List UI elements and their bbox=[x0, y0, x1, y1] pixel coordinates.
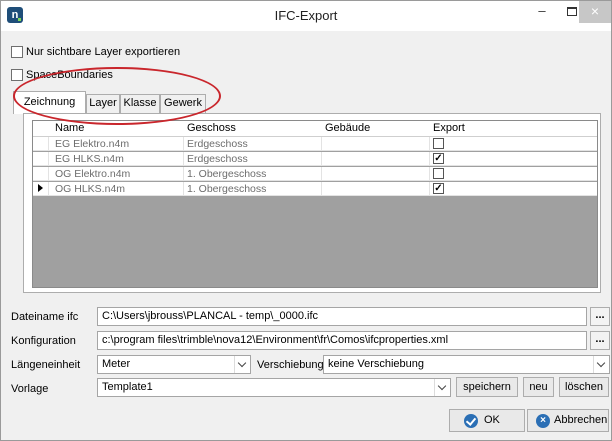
spaceboundaries-label: SpaceBoundaries bbox=[26, 69, 113, 81]
maximize-icon bbox=[567, 7, 577, 16]
ok-check-icon bbox=[464, 414, 478, 428]
title-bar: n IFC-Export – × bbox=[1, 1, 611, 31]
cell-name: EG HLKS.n4m bbox=[55, 153, 124, 165]
tab-klasse[interactable]: Klasse bbox=[120, 94, 160, 113]
tab-layer[interactable]: Layer bbox=[86, 94, 120, 113]
current-row-arrow-icon bbox=[38, 184, 43, 192]
visible-layers-checkbox[interactable] bbox=[11, 46, 23, 58]
save-template-button[interactable]: speichern bbox=[456, 377, 518, 397]
export-checkbox[interactable]: ✓ bbox=[433, 183, 444, 194]
cell-name: EG Elektro.n4m bbox=[55, 138, 130, 150]
export-checkbox[interactable] bbox=[433, 168, 444, 179]
row-header[interactable] bbox=[33, 152, 49, 166]
cell-geschoss: Erdgeschoss bbox=[187, 153, 248, 165]
cell-geschoss: 1. Obergeschoss bbox=[187, 168, 267, 180]
row-header[interactable] bbox=[33, 137, 49, 151]
vorlage-label: Vorlage bbox=[11, 383, 49, 395]
tab-gewerk[interactable]: Gewerk bbox=[160, 94, 206, 113]
konfiguration-input[interactable]: c:\program files\trimble\nova12\Environm… bbox=[97, 331, 587, 350]
browse-file-button[interactable]: ... bbox=[590, 307, 610, 326]
tab-panel: Name Geschoss Gebäude Export EG Elektro.… bbox=[23, 113, 601, 293]
konfiguration-label: Konfiguration bbox=[11, 335, 76, 347]
export-checkbox[interactable]: ✓ bbox=[433, 153, 444, 164]
cell-name: OG HLKS.n4m bbox=[55, 183, 126, 195]
cell-geschoss: Erdgeschoss bbox=[187, 138, 248, 150]
table-row[interactable]: OG Elektro.n4m 1. Obergeschoss bbox=[33, 167, 597, 181]
table-row[interactable]: EG HLKS.n4m Erdgeschoss ✓ bbox=[33, 152, 597, 166]
ok-label: OK bbox=[484, 414, 500, 426]
verschiebung-label: Verschiebung bbox=[257, 359, 324, 371]
browse-config-button[interactable]: ... bbox=[590, 331, 610, 350]
laengeneinheit-label: Längeneinheit bbox=[11, 359, 81, 371]
table-row[interactable]: EG Elektro.n4m Erdgeschoss bbox=[33, 137, 597, 151]
tab-zeichnung[interactable]: Zeichnung bbox=[13, 91, 86, 114]
ok-button[interactable]: OK bbox=[449, 409, 525, 432]
cancel-button[interactable]: × Abbrechen bbox=[527, 409, 609, 432]
new-template-button[interactable]: neu bbox=[523, 377, 554, 397]
delete-template-button[interactable]: löschen bbox=[559, 377, 609, 397]
verschiebung-value: keine Verschiebung bbox=[328, 358, 425, 370]
table-row[interactable]: OG HLKS.n4m 1. Obergeschoss ✓ bbox=[33, 182, 597, 196]
dateiname-input[interactable]: C:\Users\jbrouss\PLANCAL - temp\_0000.if… bbox=[97, 307, 587, 326]
dateiname-label: Dateiname ifc bbox=[11, 311, 79, 323]
ifc-export-dialog: n IFC-Export – × Nur sichtbare Layer exp… bbox=[0, 0, 612, 441]
minimize-button[interactable]: – bbox=[527, 1, 557, 23]
cell-geschoss: 1. Obergeschoss bbox=[187, 183, 267, 195]
vorlage-select[interactable]: Template1 bbox=[97, 378, 451, 397]
drawing-table: Name Geschoss Gebäude Export EG Elektro.… bbox=[32, 120, 598, 288]
vorlage-value: Template1 bbox=[102, 381, 153, 393]
verschiebung-select[interactable]: keine Verschiebung bbox=[323, 355, 610, 374]
column-header-gebaeude[interactable]: Gebäude bbox=[325, 122, 370, 134]
window-title: IFC-Export bbox=[274, 8, 338, 23]
column-header-geschoss[interactable]: Geschoss bbox=[187, 122, 236, 134]
cancel-x-icon: × bbox=[536, 414, 550, 428]
chevron-down-icon[interactable] bbox=[234, 356, 250, 373]
visible-layers-label: Nur sichtbare Layer exportieren bbox=[26, 46, 181, 58]
cell-name: OG Elektro.n4m bbox=[55, 168, 131, 180]
chevron-down-icon[interactable] bbox=[593, 356, 609, 373]
close-button[interactable]: × bbox=[579, 1, 611, 23]
export-checkbox[interactable] bbox=[433, 138, 444, 149]
column-header-export[interactable]: Export bbox=[433, 122, 465, 134]
table-header: Name Geschoss Gebäude Export bbox=[33, 121, 597, 137]
spaceboundaries-checkbox[interactable] bbox=[11, 69, 23, 81]
laengeneinheit-select[interactable]: Meter bbox=[97, 355, 251, 374]
chevron-down-icon[interactable] bbox=[434, 379, 450, 396]
cancel-label: Abbrechen bbox=[554, 414, 608, 426]
row-header[interactable] bbox=[33, 167, 49, 181]
laengeneinheit-value: Meter bbox=[102, 358, 131, 370]
row-header[interactable] bbox=[33, 182, 49, 196]
column-header-name[interactable]: Name bbox=[55, 122, 84, 134]
